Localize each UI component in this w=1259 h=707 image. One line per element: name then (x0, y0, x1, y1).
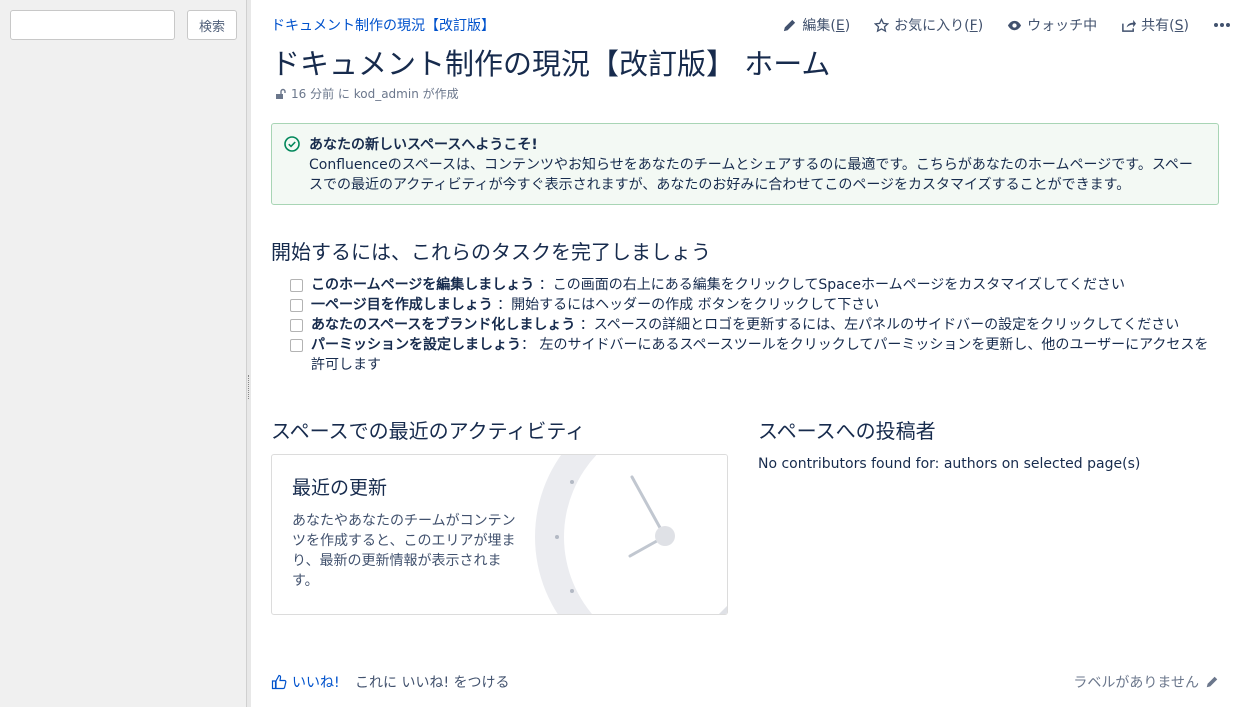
task-title: このホームページを編集しましょう (311, 277, 535, 293)
edit-label: 編集 (802, 18, 831, 34)
no-labels-text: ラベルがありません (1073, 675, 1199, 691)
sidebar: 検索 (0, 0, 246, 707)
breadcrumb[interactable]: ドキュメント制作の現況【改訂版】 (271, 15, 495, 35)
thumbs-up-icon (271, 674, 287, 690)
welcome-title: あなたの新しいスペースへようこそ! (309, 137, 538, 153)
clock-icon (535, 455, 727, 614)
page-actions: 編集(E) お気に入り(F) ウォッチ中 共有(S) (782, 15, 1231, 35)
watch-button[interactable]: ウォッチ中 (1007, 15, 1097, 35)
like-prompt: これに いいね! をつける (355, 675, 510, 691)
contributors-empty-message: No contributors found for: authors on se… (758, 456, 1141, 472)
more-actions-button[interactable] (1213, 22, 1231, 28)
welcome-message: あなたの新しいスペースへようこそ! Confluenceのスペースは、コンテンツ… (271, 123, 1219, 205)
edit-labels-pencil-icon[interactable] (1205, 675, 1219, 689)
task-item: あなたのスペースをブランド化しましょう ：スペースの詳細とロゴを更新するには、左… (290, 315, 1220, 335)
like-button[interactable]: いいね! (271, 672, 340, 692)
task-title: パーミッションを設定しましょう (311, 337, 521, 353)
share-key: S (1174, 18, 1184, 34)
page-meta: 16 分前 に kod_admin が作成 (275, 85, 459, 102)
like-label: いいね! (292, 675, 340, 691)
recent-updates-title: 最近の更新 (292, 477, 388, 499)
share-button[interactable]: 共有(S) (1121, 15, 1189, 35)
favorite-label: お気に入り (894, 18, 965, 34)
task-item: このホームページを編集しましょう ：この画面の右上にある編集をクリックしてSpa… (290, 275, 1220, 295)
edit-button[interactable]: 編集(E) (782, 15, 850, 35)
task-list: このホームページを編集しましょう ：この画面の右上にある編集をクリックしてSpa… (290, 275, 1220, 375)
success-check-icon (284, 136, 300, 152)
task-title: あなたのスペースをブランド化しましょう (311, 317, 576, 333)
task-description: ：スペースの詳細とロゴを更新するには、左パネルのサイドバーの設定をクリックしてく… (575, 317, 1180, 333)
task-checkbox[interactable] (290, 319, 303, 332)
task-item: パーミッションを設定しましょう： 左のサイドバーにあるスペースツールをクリックし… (290, 335, 1220, 375)
edit-key: E (835, 18, 845, 34)
welcome-body: Confluenceのスペースは、コンテンツやお知らせをあなたのチームとシェアす… (309, 157, 1193, 193)
search-input[interactable] (10, 10, 175, 40)
task-checkbox[interactable] (290, 299, 303, 312)
more-icon (1214, 23, 1230, 27)
star-icon (874, 17, 890, 32)
created-info: 16 分前 に kod_admin が作成 (291, 87, 459, 101)
favorite-button[interactable]: お気に入り(F) (874, 15, 983, 35)
task-description: ：開始するにはヘッダーの作成 ボタンをクリックして下さい (492, 297, 880, 313)
page-title: ドキュメント制作の現況【改訂版】 ホーム (271, 47, 831, 81)
task-description: ：この画面の右上にある編集をクリックしてSpaceホームページをカスタマイズして… (534, 277, 1126, 293)
favorite-key: F (969, 18, 978, 34)
splitter-grip[interactable] (248, 375, 250, 399)
labels-section[interactable]: ラベルがありません (1073, 672, 1219, 692)
pencil-icon (784, 19, 796, 31)
search-button[interactable]: 検索 (187, 10, 237, 40)
recent-updates-body: あなたやあなたのチームがコンテンツを作成すると、このエリアが埋まり、最新の更新情… (292, 513, 516, 589)
recent-updates-card: 最近の更新 あなたやあなたのチームがコンテンツを作成すると、このエリアが埋まり、… (271, 454, 728, 615)
task-item: 一ページ目を作成しましょう ：開始するにはヘッダーの作成 ボタンをクリックして下… (290, 295, 1220, 315)
share-label: 共有 (1141, 18, 1170, 34)
task-checkbox[interactable] (290, 279, 303, 292)
eye-icon (1008, 20, 1022, 30)
unlock-icon[interactable] (275, 88, 287, 100)
task-title: 一ページ目を作成しましょう (311, 297, 493, 313)
activity-heading: スペースでの最近のアクティビティ (271, 419, 586, 443)
main-content: ドキュメント制作の現況【改訂版】 編集(E) お気に入り(F) ウォッチ中 共有… (271, 0, 1231, 707)
watch-label: ウォッチ中 (1027, 18, 1098, 34)
contributors-heading: スペースへの投稿者 (758, 419, 936, 443)
share-icon (1122, 19, 1137, 32)
sidebar-splitter[interactable] (246, 0, 251, 707)
task-checkbox[interactable] (290, 339, 303, 352)
tasks-heading: 開始するには、これらのタスクを完了しましょう (271, 240, 711, 264)
